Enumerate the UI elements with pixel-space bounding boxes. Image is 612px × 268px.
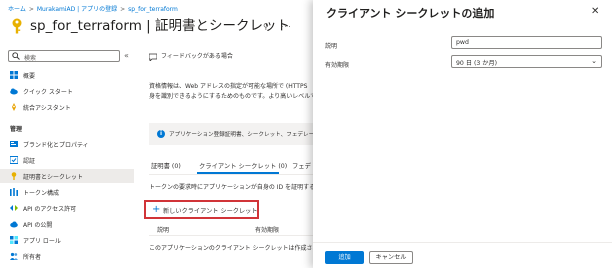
sidebar-item-app-roles[interactable]: アプリ ロール <box>0 233 134 247</box>
new-client-secret-button[interactable]: + 新しいクライアント シークレット <box>144 200 259 219</box>
token-bars-icon <box>10 188 18 196</box>
panel-footer-divider <box>313 242 612 243</box>
authentication-icon <box>10 156 18 164</box>
key-icon <box>11 172 17 180</box>
sidebar-item-owners[interactable]: 所有者 <box>0 249 134 263</box>
column-header-expires: 有効期限 <box>255 227 280 234</box>
breadcrumb-home-link[interactable]: ホーム <box>8 6 26 13</box>
sidebar-item-label: 認証 <box>23 158 36 165</box>
sidebar-item-label: API の公開 <box>23 222 53 229</box>
cancel-button[interactable]: キャンセル <box>369 251 413 264</box>
close-icon[interactable]: ✕ <box>591 6 599 17</box>
tab-client-secrets[interactable]: クライアント シークレット (0) <box>199 161 287 170</box>
search-icon <box>12 52 20 60</box>
search-input[interactable]: 検索 <box>8 50 120 62</box>
overview-grid-icon <box>10 71 18 79</box>
active-tab-indicator <box>197 172 279 174</box>
tabs-divider <box>149 174 319 175</box>
feedback-icon <box>149 53 157 61</box>
tab-certificates[interactable]: 証明書 (0) <box>151 161 181 170</box>
sidebar-section-manage: 管理 <box>10 126 23 133</box>
rocket-icon <box>12 103 16 111</box>
client-secret-description: トークンの要求時にアプリケーションが自身の ID を証明する <box>149 184 316 191</box>
sidebar-item-certificates-secrets[interactable]: 証明書とシークレット <box>0 169 134 183</box>
description-line: 身を識別できるようにするためのものです。より高いレベルで <box>149 93 317 100</box>
sidebar-item-authentication[interactable]: 認証 <box>0 153 134 167</box>
description-field[interactable]: pwd <box>451 36 602 49</box>
sidebar-item-api-permissions[interactable]: API のアクセス許可 <box>0 201 134 215</box>
sidebar-item-token-configuration[interactable]: トークン構成 <box>0 185 134 199</box>
chevron-down-icon: ⌄ <box>591 57 597 65</box>
collapse-sidebar-icon[interactable]: « <box>124 51 129 60</box>
panel-title: クライアント シークレットの追加 <box>326 7 495 20</box>
sidebar-item-integration-assistant[interactable]: 統合アシスタント <box>0 100 134 114</box>
tab-federated-credentials[interactable]: フェデ <box>292 161 311 170</box>
breadcrumb: ホーム > MurakamiAD | アプリの登録 > sp_for_terraform <box>8 6 178 13</box>
api-permissions-icon <box>10 205 18 211</box>
expiry-label: 有効期限 <box>325 62 350 69</box>
sidebar-item-expose-api[interactable]: API の公開 <box>0 217 134 231</box>
sidebar-item-label: 証明書とシークレット <box>23 174 84 181</box>
sidebar-item-label: アプリ ロール <box>23 238 61 245</box>
info-banner: i アプリケーション登録証明書、シークレット、フェデレーション <box>149 123 331 145</box>
empty-secrets-message: このアプリケーションのクライアント シークレットは作成されて <box>149 245 325 252</box>
expiry-dropdown[interactable]: 90 日 (3 か月) ⌄ <box>451 55 602 68</box>
table-divider <box>149 235 319 236</box>
pin-icon[interactable]: ⚲ <box>263 22 269 31</box>
sidebar-item-branding[interactable]: ブランド化とプロパティ <box>0 137 134 151</box>
column-header-description: 説明 <box>157 227 170 234</box>
description-label: 説明 <box>325 43 338 50</box>
credentials-description: 資格情報は、Web アドレスの指定が可能な場所で (HTTPS 身を識別できるよ… <box>149 82 319 102</box>
more-options-icon[interactable]: ... <box>281 20 292 29</box>
feedback-link[interactable]: フィードバックがある場合 <box>149 51 233 61</box>
breadcrumb-app-link[interactable]: sp_for_terraform <box>128 6 178 13</box>
breadcrumb-app-registrations-link[interactable]: MurakamiAD | アプリの登録 <box>37 6 117 13</box>
quickstart-cloud-icon <box>10 88 18 95</box>
app-roles-icon <box>10 236 18 244</box>
sidebar-item-label: クイック スタート <box>23 89 73 96</box>
sidebar-item-label: 概要 <box>23 73 36 80</box>
page-title: sp_for_terraform | 証明書とシークレット <box>30 18 291 34</box>
sidebar-item-overview[interactable]: 概要 <box>0 68 134 82</box>
add-button[interactable]: 追加 <box>325 251 364 264</box>
info-text: アプリケーション登録証明書、シークレット、フェデレーション <box>169 132 331 138</box>
add-icon: + <box>152 204 161 215</box>
feedback-label: フィードバックがある場合 <box>161 53 233 60</box>
sidebar-item-label: ブランド化とプロパティ <box>23 142 89 149</box>
owners-icon <box>10 252 18 260</box>
branding-icon <box>10 141 18 147</box>
expose-api-cloud-icon <box>10 221 18 228</box>
sidebar-item-label: トークン構成 <box>23 190 60 197</box>
sidebar-item-label: API のアクセス許可 <box>23 206 77 213</box>
description-value: pwd <box>456 39 469 46</box>
info-icon: i <box>157 130 165 138</box>
description-line: 資格情報は、Web アドレスの指定が可能な場所で (HTTPS <box>149 83 308 90</box>
sidebar-item-quickstart[interactable]: クイック スタート <box>0 84 134 98</box>
key-icon <box>12 18 22 34</box>
sidebar-item-label: 統合アシスタント <box>23 105 71 112</box>
new-client-secret-label: 新しいクライアント シークレット <box>163 208 258 215</box>
expiry-value: 90 日 (3 か月) <box>456 60 498 67</box>
search-placeholder: 検索 <box>24 54 37 62</box>
sidebar-item-label: 所有者 <box>23 254 42 261</box>
